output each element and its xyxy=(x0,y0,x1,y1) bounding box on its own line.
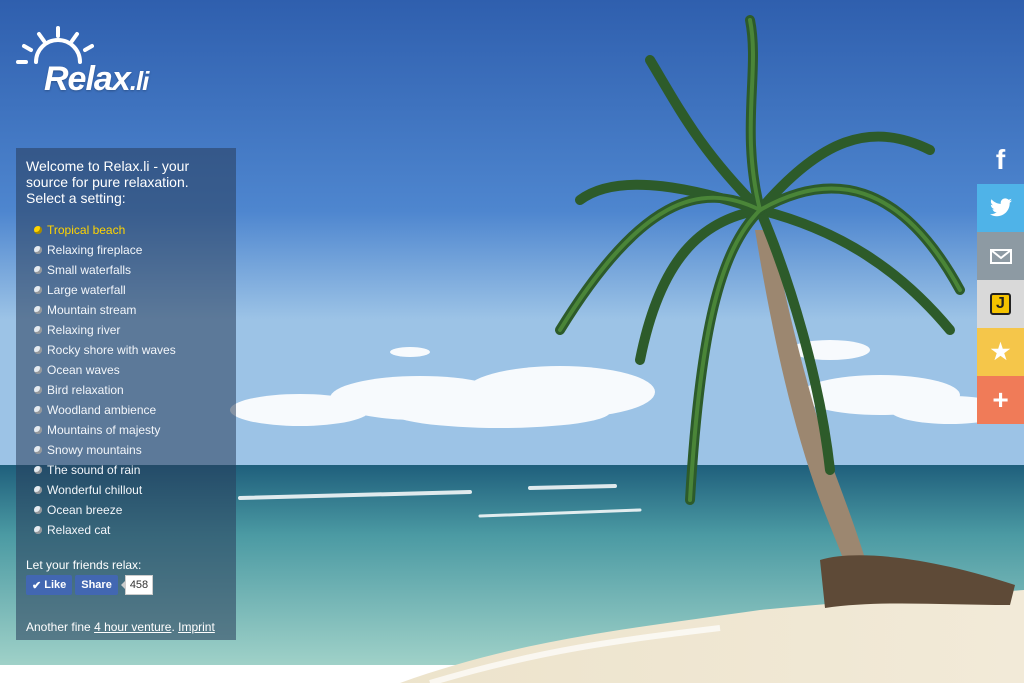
setting-label: Relaxed cat xyxy=(47,523,111,537)
share-sidebar: f J ★ + xyxy=(977,136,1024,424)
setting-bullet-icon xyxy=(34,406,42,414)
mail-share-button[interactable] xyxy=(977,232,1024,280)
share-count: 458 xyxy=(120,575,154,595)
setting-item[interactable]: Relaxing fireplace xyxy=(34,240,226,260)
setting-item[interactable]: The sound of rain xyxy=(34,460,226,480)
settings-panel: Welcome to Relax.li - your source for pu… xyxy=(16,148,236,640)
facebook-share-button[interactable]: Share xyxy=(75,575,118,595)
setting-bullet-icon xyxy=(34,426,42,434)
setting-item[interactable]: Rocky shore with waves xyxy=(34,340,226,360)
facebook-share-side-button[interactable]: f xyxy=(977,136,1024,184)
setting-bullet-icon xyxy=(34,246,42,254)
star-icon: ★ xyxy=(990,339,1011,364)
logo-text: Relax.li xyxy=(44,60,150,99)
venture-dot: . xyxy=(171,620,175,634)
setting-label: Ocean breeze xyxy=(47,503,123,517)
setting-label: Woodland ambience xyxy=(47,403,157,417)
bookmark-j-button[interactable]: J xyxy=(977,280,1024,328)
facebook-like-button[interactable]: ✔ Like xyxy=(26,575,73,595)
setting-label: Mountains of majesty xyxy=(47,423,161,437)
setting-item[interactable]: Small waterfalls xyxy=(34,260,226,280)
setting-label: Snowy mountains xyxy=(47,443,142,457)
setting-item[interactable]: Ocean breeze xyxy=(34,500,226,520)
venture-footer: Another fine 4 hour venture. Imprint xyxy=(26,620,226,634)
setting-bullet-icon xyxy=(34,366,42,374)
facebook-row: ✔ Like Share 458 xyxy=(26,575,226,595)
setting-item[interactable]: Wonderful chillout xyxy=(34,480,226,500)
setting-item[interactable]: Relaxing river xyxy=(34,320,226,340)
venture-link[interactable]: 4 hour venture xyxy=(94,620,171,634)
setting-item[interactable]: Snowy mountains xyxy=(34,440,226,460)
setting-label: Relaxing river xyxy=(47,323,121,337)
plus-icon: + xyxy=(992,384,1009,415)
facebook-icon: f xyxy=(995,144,1006,175)
setting-label: Large waterfall xyxy=(47,283,126,297)
setting-label: Tropical beach xyxy=(47,223,126,237)
setting-label: Bird relaxation xyxy=(47,383,124,397)
imprint-link[interactable]: Imprint xyxy=(178,620,215,634)
setting-label: Rocky shore with waves xyxy=(47,343,176,357)
friends-label: Let your friends relax: xyxy=(26,558,142,572)
setting-bullet-icon xyxy=(34,346,42,354)
twitter-icon xyxy=(989,198,1012,217)
setting-bullet-icon xyxy=(34,226,42,234)
setting-bullet-icon xyxy=(34,306,42,314)
setting-label: Wonderful chillout xyxy=(47,483,143,497)
setting-item[interactable]: Ocean waves xyxy=(34,360,226,380)
setting-item[interactable]: Mountains of majesty xyxy=(34,420,226,440)
setting-bullet-icon xyxy=(34,286,42,294)
bookmark-j-icon: J xyxy=(990,293,1011,315)
setting-bullet-icon xyxy=(34,466,42,474)
setting-item[interactable]: Relaxed cat xyxy=(34,520,226,540)
setting-item[interactable]: Bird relaxation xyxy=(34,380,226,400)
share-label: Share xyxy=(81,579,112,591)
settings-list: Tropical beach Relaxing fireplace Small wa… xyxy=(26,220,226,540)
twitter-share-button[interactable] xyxy=(977,184,1024,232)
favorite-button[interactable]: ★ xyxy=(977,328,1024,376)
setting-bullet-icon xyxy=(34,506,42,514)
logo-name: Relax xyxy=(44,60,131,98)
setting-bullet-icon xyxy=(34,526,42,534)
setting-item[interactable]: Tropical beach xyxy=(34,220,226,240)
setting-item[interactable]: Mountain stream xyxy=(34,300,226,320)
more-share-button[interactable]: + xyxy=(977,376,1024,424)
logo-tld: .li xyxy=(129,66,150,96)
thumb-check-icon: ✔ xyxy=(32,579,42,592)
relax-logo[interactable]: Relax.li xyxy=(14,24,184,104)
setting-label: The sound of rain xyxy=(47,463,141,477)
like-label: Like xyxy=(44,579,67,591)
welcome-text: Welcome to Relax.li - your source for pu… xyxy=(26,158,190,206)
setting-item[interactable]: Woodland ambience xyxy=(34,400,226,420)
setting-label: Mountain stream xyxy=(47,303,137,317)
setting-bullet-icon xyxy=(34,266,42,274)
setting-label: Ocean waves xyxy=(47,363,120,377)
setting-bullet-icon xyxy=(34,386,42,394)
setting-label: Relaxing fireplace xyxy=(47,243,143,257)
setting-bullet-icon xyxy=(34,486,42,494)
setting-label: Small waterfalls xyxy=(47,263,132,277)
mail-icon xyxy=(989,248,1012,264)
venture-prefix: Another fine xyxy=(26,620,91,634)
setting-item[interactable]: Large waterfall xyxy=(34,280,226,300)
setting-bullet-icon xyxy=(34,446,42,454)
setting-bullet-icon xyxy=(34,326,42,334)
